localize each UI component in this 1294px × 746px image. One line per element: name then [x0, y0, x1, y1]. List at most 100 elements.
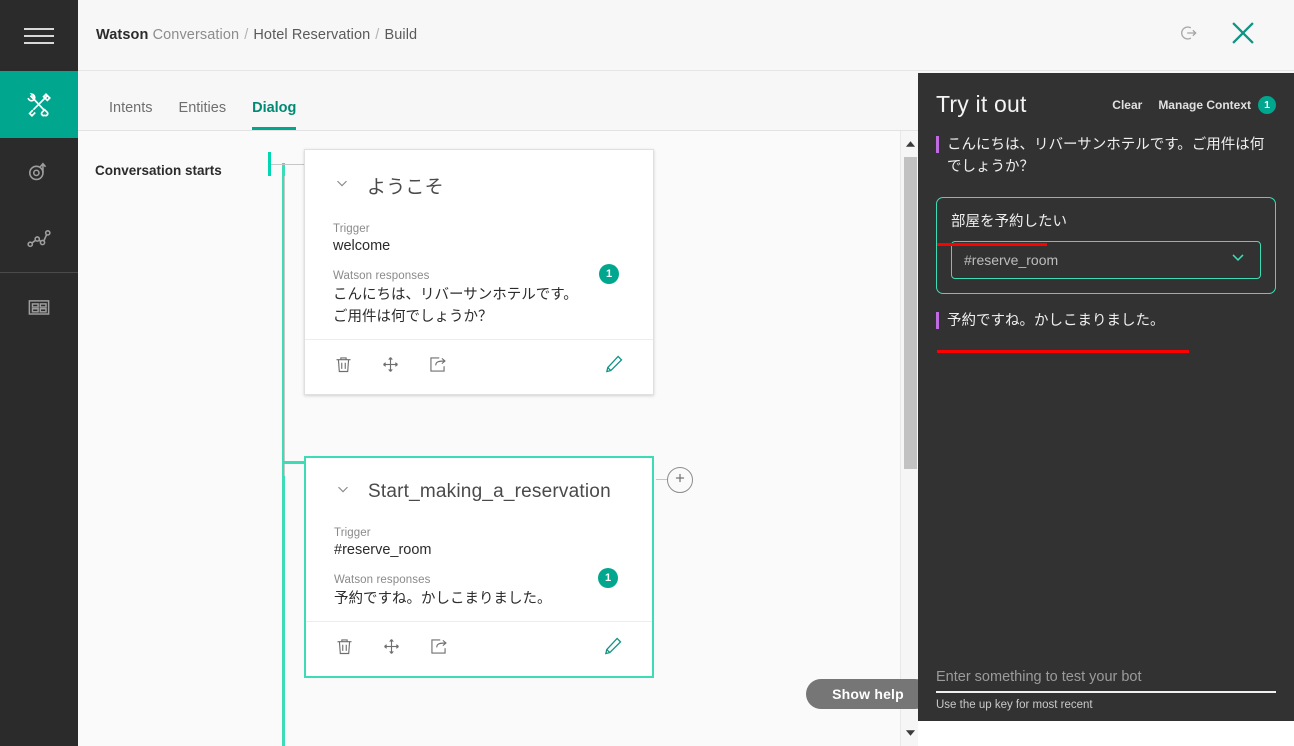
annotation-underline-user-text [937, 243, 1047, 246]
node-body: Start_making_a_reservation Trigger #rese… [306, 458, 652, 621]
tab-dialog[interactable]: Dialog [239, 100, 309, 130]
edit-node-button[interactable] [602, 635, 624, 662]
scroll-down-button[interactable] [901, 724, 918, 742]
node-title-row[interactable]: Start_making_a_reservation [334, 480, 624, 503]
intent-select-value: #reserve_room [964, 251, 1059, 268]
responses-label: Watson responses [333, 270, 430, 282]
content-catalog-icon [25, 293, 53, 321]
add-node-button[interactable] [667, 467, 693, 493]
responses-count-badge: 1 [599, 264, 619, 284]
node-footer [306, 620, 652, 676]
move-node-button[interactable] [381, 636, 402, 662]
breadcrumb-separator-2: / [375, 27, 380, 43]
sidebar-item-improve[interactable] [0, 205, 78, 272]
edit-node-button[interactable] [603, 353, 625, 380]
breadcrumb-workspace[interactable]: Hotel Reservation [253, 27, 370, 43]
chevron-down-icon [1228, 247, 1248, 272]
dialog-node-welcome[interactable]: ようこそ Trigger welcome Watson responses 1 … [304, 149, 654, 395]
close-button[interactable] [1226, 16, 1260, 55]
node-title-row[interactable]: ようこそ [333, 172, 625, 199]
context-count-badge: 1 [1258, 95, 1276, 114]
try-it-out-input[interactable] [936, 663, 1276, 693]
move-node-icon [380, 354, 401, 380]
connector-to-node-2 [282, 461, 304, 464]
sidebar-item-deploy[interactable] [0, 138, 78, 205]
intent-select[interactable]: #reserve_room [951, 240, 1261, 279]
conversation-starts-label: Conversation starts [95, 163, 222, 178]
tab-entities[interactable]: Entities [166, 100, 240, 130]
annotation-underline-bot-reply [937, 350, 1189, 353]
breadcrumb-product-rest: Conversation [152, 27, 240, 43]
trigger-value: welcome [333, 238, 391, 254]
app-header: Watson Conversation / Hotel Reservation / Bu… [78, 0, 1294, 71]
watson-conversation-app: Watson Conversation / Hotel Reservation / Bu… [0, 0, 1294, 746]
clear-button[interactable]: Clear [1112, 98, 1142, 112]
edit-node-icon [602, 635, 624, 662]
left-rail [0, 0, 78, 746]
delete-node-button[interactable] [333, 354, 354, 380]
menu-icon [24, 23, 54, 49]
trigger-label: Trigger [333, 223, 370, 235]
edit-node-icon [603, 353, 625, 380]
breadcrumb: Watson Conversation / Hotel Reservation / Bu… [96, 27, 417, 43]
move-node-button[interactable] [380, 354, 401, 380]
scroll-up-button[interactable] [901, 135, 918, 153]
manage-context-button[interactable]: Manage Context 1 [1158, 95, 1276, 114]
close-icon [1226, 16, 1260, 55]
responses-block: Watson responses 1 予約ですね。かしこまりました。 [334, 568, 624, 611]
try-it-out-hint: Use the up key for most recent [936, 699, 1093, 711]
deploy-icon [25, 158, 53, 186]
conversation-log: こんにちは、リバーサンホテルです。ご用件は何でしょうか？ 部屋を予約したい #r… [918, 118, 1294, 332]
breadcrumb-section[interactable]: Build [384, 27, 417, 43]
breadcrumb-separator-1: / [244, 27, 249, 43]
plus-icon [673, 471, 687, 490]
breadcrumb-product-bold: Watson [96, 27, 149, 43]
dialog-node-start-making-a-reservation[interactable]: Start_making_a_reservation Trigger #rese… [304, 456, 654, 678]
chevron-down-icon[interactable] [333, 174, 351, 197]
user-message-text: 部屋を予約したい [951, 213, 1067, 230]
menu-button[interactable] [0, 0, 78, 71]
scrollbar-thumb[interactable] [904, 157, 917, 469]
header-actions [1178, 16, 1260, 55]
delete-node-button[interactable] [334, 636, 355, 662]
canvas-scrollbar[interactable] [900, 131, 918, 746]
responses-count-badge: 1 [598, 568, 618, 588]
response-text: 予約ですね。かしこまりました。 [334, 591, 552, 607]
connector-gray-vertical [284, 176, 285, 476]
try-it-out-title: Try it out [936, 91, 1027, 117]
trigger-label: Trigger [334, 527, 371, 539]
move-node-icon [381, 636, 402, 662]
bot-message: こんにちは、リバーサンホテルです。ご用件は何でしょうか？ [936, 134, 1276, 179]
delete-node-icon [334, 636, 355, 662]
manage-context-label: Manage Context [1158, 97, 1251, 112]
tab-intents[interactable]: Intents [96, 100, 166, 130]
jump-to-button[interactable] [427, 354, 448, 380]
build-icon [24, 90, 54, 120]
bot-message: 予約ですね。かしこまりました。 [936, 310, 1276, 332]
responses-label: Watson responses [334, 574, 431, 586]
connector-start-stub [271, 164, 284, 165]
dialog-canvas[interactable]: Conversation starts ようこそ Trigger welcome… [78, 131, 918, 746]
trigger-value: #reserve_room [334, 542, 432, 558]
sidebar-item-build[interactable] [0, 71, 78, 138]
try-it-out-input-area: Use the up key for most recent [918, 663, 1294, 721]
try-it-out-panel: Try it out Clear Manage Context 1 こんにちは、… [918, 73, 1294, 721]
chevron-down-icon[interactable] [334, 480, 352, 503]
delete-node-icon [333, 354, 354, 380]
node-title: ようこそ [367, 177, 444, 198]
responses-block: Watson responses 1 こんにちは、リバーサンホテルです。ご用件は… [333, 264, 625, 329]
try-it-out-header: Try it out Clear Manage Context 1 [918, 73, 1294, 118]
node-body: ようこそ Trigger welcome Watson responses 1 … [305, 150, 653, 339]
improve-icon [25, 225, 53, 253]
show-help-button[interactable]: Show help [806, 679, 930, 709]
connector-to-node-1 [284, 164, 304, 165]
logout-icon [1178, 22, 1200, 49]
sidebar-item-content-catalog[interactable] [0, 273, 78, 340]
jump-to-button[interactable] [428, 636, 449, 662]
response-text: こんにちは、リバーサンホテルです。ご用件は何でしょうか？ [333, 287, 578, 325]
jump-to-icon [427, 354, 448, 380]
logout-button[interactable] [1178, 22, 1200, 49]
node-title: Start_making_a_reservation [368, 480, 611, 502]
jump-to-icon [428, 636, 449, 662]
node-footer [305, 338, 653, 394]
